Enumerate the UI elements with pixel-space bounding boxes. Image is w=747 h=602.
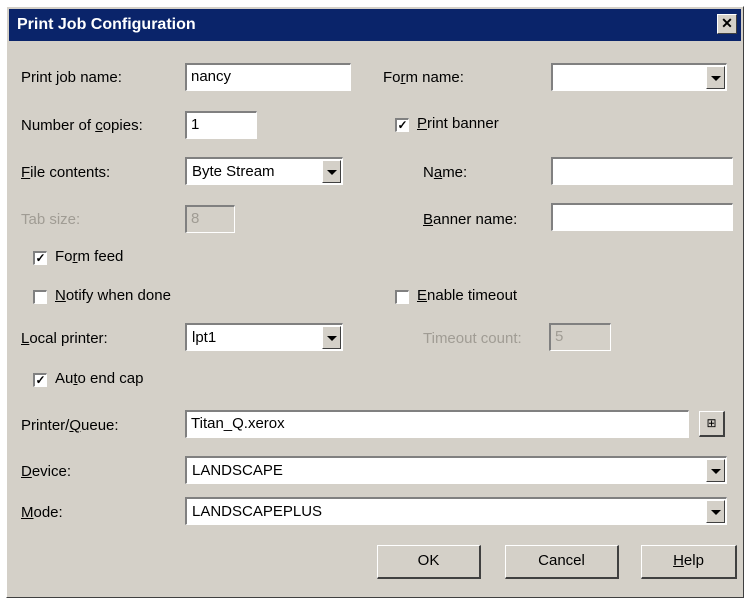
mnemonic: Q <box>69 417 82 434</box>
auto-end-cap-label: Auto end cap <box>55 370 143 387</box>
label-part: ile contents: <box>30 164 111 181</box>
enable-timeout-checkbox[interactable] <box>395 290 409 304</box>
file-contents-select[interactable]: Byte Stream <box>185 157 343 185</box>
auto-end-cap-checkbox[interactable]: ✓ <box>33 373 47 387</box>
timeout-count-label: Timeout count: <box>423 330 522 347</box>
browse-tree-icon[interactable]: ⊞ <box>699 411 725 437</box>
ok-button[interactable]: OK <box>377 545 481 579</box>
mode-select[interactable]: LANDSCAPEPLUS <box>185 497 727 525</box>
form-name-select[interactable] <box>551 63 727 91</box>
mnemonic: H <box>673 552 684 569</box>
number-of-copies-label: Number of copies: <box>21 117 143 134</box>
label-part: opies: <box>102 117 143 134</box>
label-part: Number of <box>21 117 96 134</box>
print-banner-checkbox[interactable]: ✓ <box>395 118 409 132</box>
form-feed-checkbox[interactable]: ✓ <box>33 251 47 265</box>
mnemonic: F <box>21 164 31 181</box>
label-part: evice: <box>31 463 72 480</box>
enable-timeout-label: Enable timeout <box>417 287 517 304</box>
help-button[interactable]: Help <box>641 545 737 579</box>
form-name-label: Form name: <box>383 69 464 86</box>
label-part: Fo <box>55 248 73 265</box>
device-select[interactable]: LANDSCAPE <box>185 456 727 484</box>
print-job-name-label: Print job name: <box>21 69 122 86</box>
mnemonic: E <box>417 287 428 304</box>
notify-when-done-label: Notify when done <box>55 287 171 304</box>
banner-name-label: Banner name: <box>423 211 517 228</box>
label-part: otify when done <box>65 287 171 304</box>
dialog-title: Print Job Configuration <box>17 16 196 33</box>
form-feed-label: Form feed <box>55 248 123 265</box>
cancel-button[interactable]: Cancel <box>505 545 619 579</box>
file-contents-value: Byte Stream <box>192 163 275 180</box>
tab-size-label: Tab size: <box>21 211 81 228</box>
device-label: Device: <box>21 463 71 480</box>
label-part: Au <box>55 370 74 387</box>
banner-name-field[interactable] <box>551 157 733 185</box>
label-part: o end cap <box>77 370 144 387</box>
label-part: Printer/ <box>21 417 70 434</box>
mode-label: Mode: <box>21 504 63 521</box>
label-part: N <box>423 164 434 181</box>
name-label: Name: <box>423 164 467 181</box>
label-part: rint banner <box>427 115 499 132</box>
label-part: ueue: <box>81 417 119 434</box>
device-value: LANDSCAPE <box>192 462 283 479</box>
print-job-name-input[interactable]: nancy <box>185 63 351 91</box>
mnemonic: M <box>21 504 34 521</box>
chevron-down-icon[interactable] <box>322 160 341 183</box>
printer-queue-input[interactable]: Titan_Q.xerox <box>185 410 689 438</box>
banner-name-input[interactable] <box>551 203 733 231</box>
mnemonic: a <box>433 164 443 181</box>
label-part: m feed <box>77 248 124 265</box>
local-printer-label: Local printer: <box>21 330 108 347</box>
print-job-configuration-dialog: Print Job Configuration ✕ Print job name… <box>6 6 744 598</box>
mnemonic: N <box>55 287 66 304</box>
label-part: ocal printer: <box>29 330 108 347</box>
mnemonic: B <box>423 211 434 228</box>
print-banner-label: Print banner <box>417 115 499 132</box>
number-of-copies-input[interactable]: 1 <box>185 111 257 139</box>
mnemonic: D <box>21 463 32 480</box>
chevron-down-icon[interactable] <box>706 66 725 89</box>
chevron-down-icon[interactable] <box>706 459 725 482</box>
local-printer-select[interactable]: lpt1 <box>185 323 343 351</box>
label-part: me: <box>442 164 468 181</box>
label-part: Fo <box>383 69 401 86</box>
chevron-down-icon[interactable] <box>322 326 341 349</box>
printer-queue-label: Printer/Queue: <box>21 417 119 434</box>
close-icon[interactable]: ✕ <box>717 14 737 34</box>
file-contents-label: File contents: <box>21 164 110 181</box>
mode-value: LANDSCAPEPLUS <box>192 503 323 520</box>
label-part: nable timeout <box>427 287 518 304</box>
notify-when-done-checkbox[interactable] <box>33 290 47 304</box>
local-printer-value: lpt1 <box>192 329 217 346</box>
mnemonic: c <box>95 117 103 134</box>
mnemonic: P <box>417 115 428 132</box>
label-part: elp <box>683 552 704 569</box>
label-part: anner name: <box>433 211 518 228</box>
tab-size-input: 8 <box>185 205 235 233</box>
chevron-down-icon[interactable] <box>706 500 725 523</box>
label-part: ode: <box>33 504 63 521</box>
title-bar[interactable]: Print Job Configuration ✕ <box>9 9 741 41</box>
label-part: m name: <box>405 69 464 86</box>
timeout-count-input: 5 <box>549 323 611 351</box>
